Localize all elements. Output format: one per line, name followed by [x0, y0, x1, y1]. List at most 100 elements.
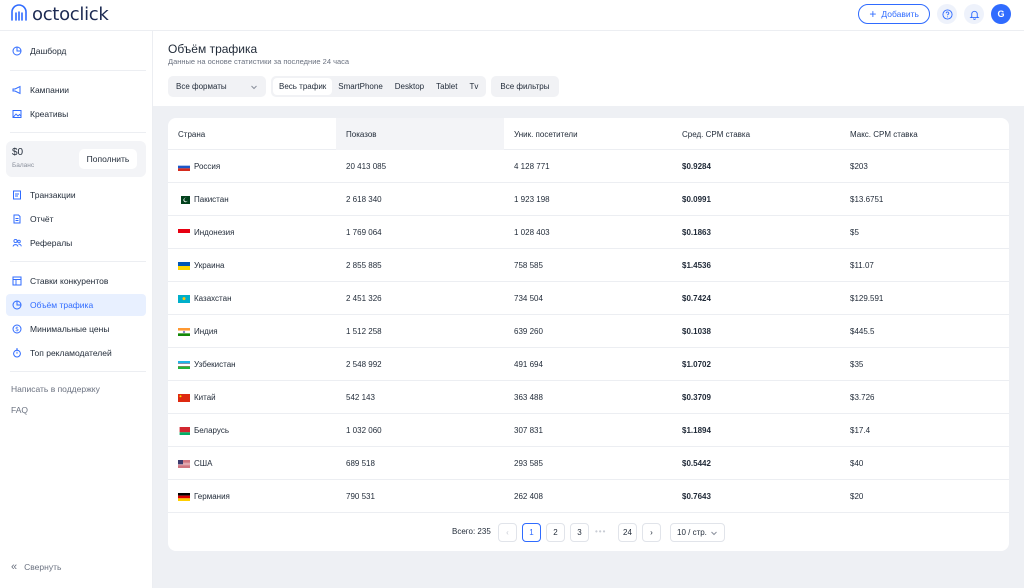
sidebar-item-label: Креативы	[30, 109, 69, 119]
sidebar-item-creatives[interactable]: Креативы	[6, 103, 146, 125]
column-header-country[interactable]: Страна	[168, 118, 336, 150]
dollar-circle-icon: $	[12, 324, 22, 334]
sidebar-item-label: Транзакции	[30, 190, 76, 200]
cell-country: Украина	[168, 249, 336, 282]
cell-unique: 363 488	[514, 393, 543, 402]
cell-avg-cpm: $0.3709	[682, 393, 711, 402]
cell-avg-cpm: $1.4536	[682, 261, 711, 270]
column-header-unique-visitors[interactable]: Уник. посетители	[504, 118, 672, 150]
table-row: США 689 518 293 585 $0.5442 $40	[168, 447, 1009, 480]
segment-smartphone[interactable]: SmartPhone	[332, 78, 388, 95]
cell-country: Индонезия	[168, 216, 336, 249]
pagination-ellipsis[interactable]: •••	[595, 527, 606, 536]
column-header-max-cpm[interactable]: Макс. CPM ставка	[840, 118, 1009, 150]
country-name: Пакистан	[194, 195, 229, 204]
page-button-2[interactable]: 2	[546, 523, 565, 542]
next-page-button[interactable]: ›	[642, 523, 661, 542]
divider	[10, 261, 146, 262]
sidebar-item-min-prices[interactable]: $ Минимальные цены	[6, 318, 146, 340]
sidebar-item-top-advertisers[interactable]: Топ рекламодателей	[6, 342, 146, 364]
page-size-value: 10 / стр.	[677, 528, 707, 537]
notifications-button[interactable]	[964, 4, 984, 24]
cell-avg-cpm: $0.1038	[682, 327, 711, 336]
cell-unique: 639 260	[514, 327, 543, 336]
document-icon	[13, 214, 21, 224]
sidebar-item-referrals[interactable]: Рефералы	[6, 232, 146, 254]
page-button-3[interactable]: 3	[570, 523, 589, 542]
avatar[interactable]: G	[991, 4, 1011, 24]
table-row: Германия 790 531 262 408 $0.7643 $20	[168, 480, 1009, 513]
page-button-24[interactable]: 24	[618, 523, 637, 542]
cell-max-cpm: $35	[850, 360, 864, 369]
logo-text: octoclick	[32, 3, 109, 25]
column-header-avg-cpm[interactable]: Сред. CPM ставка	[672, 118, 840, 150]
sidebar-item-label: Минимальные цены	[30, 324, 110, 334]
cell-avg-cpm: $0.1863	[682, 228, 711, 237]
image-icon	[12, 110, 22, 118]
cell-max-cpm: $445.5	[850, 327, 875, 336]
cell-unique: 491 694	[514, 360, 543, 369]
table-icon	[12, 276, 22, 286]
table-row: Казахстан 2 451 326 734 504 $0.7424 $129.591	[168, 282, 1009, 315]
page-size-select[interactable]: 10 / стр.	[670, 523, 725, 542]
sidebar-item-label: Объём трафика	[30, 300, 94, 310]
support-link[interactable]: Написать в поддержку	[11, 384, 100, 394]
balance-label: Баланс	[12, 162, 35, 169]
sidebar-item-traffic-volume[interactable]: Объём трафика	[6, 294, 146, 316]
cell-impressions: 20 413 085	[346, 162, 387, 171]
country-name: Беларусь	[194, 426, 229, 435]
chevron-down-icon	[251, 85, 257, 89]
topup-button[interactable]: Пополнить	[79, 149, 137, 169]
prev-page-button[interactable]: ‹	[498, 523, 517, 542]
cell-unique: 307 831	[514, 426, 543, 435]
logo[interactable]: octoclick	[9, 3, 109, 25]
column-header-impressions[interactable]: Показов	[336, 118, 504, 150]
sidebar-item-competitor-bids[interactable]: Ставки конкурентов	[6, 270, 146, 292]
cell-impressions: 1 769 064	[346, 228, 382, 237]
cell-impressions: 2 855 885	[346, 261, 382, 270]
sidebar-item-dashboard[interactable]: Дашборд	[6, 40, 146, 62]
table-row: Узбекистан 2 548 992 491 694 $1.0702 $35	[168, 348, 1009, 381]
divider	[10, 371, 146, 372]
cell-avg-cpm: $0.9284	[682, 162, 711, 171]
segment-tv[interactable]: Tv	[463, 78, 484, 95]
transactions-icon	[13, 190, 21, 200]
cell-country: Беларусь	[168, 414, 336, 447]
cell-unique: 758 585	[514, 261, 543, 270]
sidebar-item-transactions[interactable]: Транзакции	[6, 184, 146, 206]
segment-desktop[interactable]: Desktop	[389, 78, 430, 95]
help-button[interactable]	[937, 4, 957, 24]
cell-max-cpm: $20	[850, 492, 864, 501]
cell-unique: 293 585	[514, 459, 543, 468]
cell-impressions: 2 548 992	[346, 360, 382, 369]
pie-chart-icon	[12, 46, 22, 56]
flag-icon	[178, 327, 190, 336]
page-button-1[interactable]: 1	[522, 523, 541, 542]
flag-icon	[178, 426, 190, 435]
pie-chart-icon	[12, 300, 22, 310]
faq-link[interactable]: FAQ	[11, 405, 28, 415]
format-select[interactable]: Все форматы	[168, 76, 266, 97]
format-select-value: Все форматы	[176, 82, 227, 91]
cell-avg-cpm: $1.0702	[682, 360, 711, 369]
sidebar-item-report[interactable]: Отчёт	[6, 208, 146, 230]
double-chevron-left-icon: «	[11, 561, 18, 573]
collapse-label: Свернуть	[24, 562, 62, 572]
cell-impressions: 542 143	[346, 393, 375, 402]
add-button[interactable]: + Добавить	[858, 4, 930, 24]
all-filters-button[interactable]: Все фильтры	[491, 76, 559, 97]
bell-icon	[969, 10, 979, 20]
sidebar-item-label: Дашборд	[30, 46, 67, 56]
flag-icon	[178, 195, 190, 204]
pagination-total: Всего: 235	[452, 527, 491, 536]
cell-impressions: 1 032 060	[346, 426, 382, 435]
table-header: Страна Показов Уник. посетители Сред. CP…	[168, 118, 1009, 150]
segment-all-traffic[interactable]: Весь трафик	[273, 78, 333, 95]
sidebar-item-campaigns[interactable]: Кампании	[6, 79, 146, 101]
cell-avg-cpm: $0.0991	[682, 195, 711, 204]
collapse-button[interactable]: « Свернуть	[11, 561, 61, 573]
cell-country: Россия	[168, 150, 336, 183]
segment-tablet[interactable]: Tablet	[430, 78, 463, 95]
flag-icon	[178, 162, 190, 171]
page-header: Объём трафика Данные на основе статистик…	[153, 31, 1024, 106]
